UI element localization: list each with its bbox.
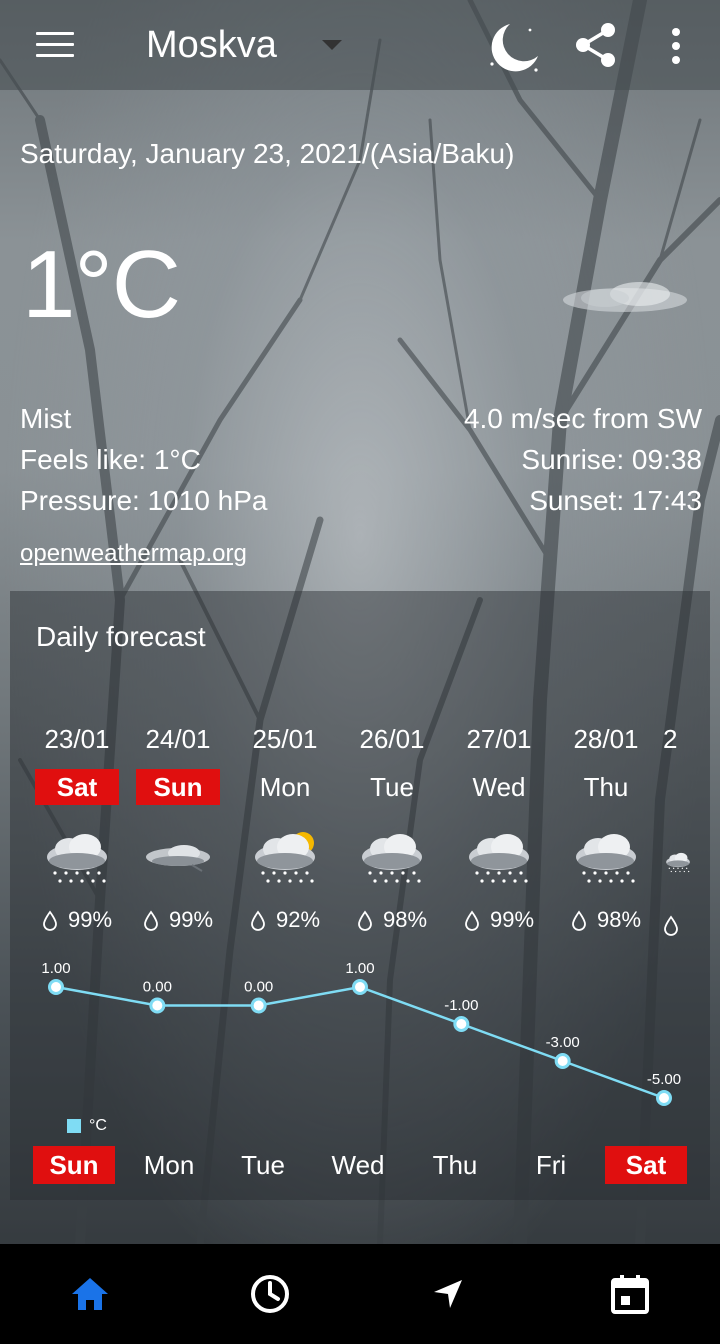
snow-cloud-icon xyxy=(469,834,529,883)
chart-tick-label: Thu xyxy=(432,1150,478,1180)
forecast-day[interactable]: 28/01 Thu 98% xyxy=(556,721,656,935)
chart-legend: °C xyxy=(67,1117,107,1135)
temperature-point xyxy=(656,1090,672,1106)
city-name[interactable]: Moskva xyxy=(146,24,277,67)
temperature-value-label: -1.00 xyxy=(444,997,478,1014)
temperature-value-label: 1.00 xyxy=(345,960,374,977)
temperature-point xyxy=(48,979,64,995)
snow-cloud-icon xyxy=(47,834,107,883)
condition-text: Mist xyxy=(20,403,72,434)
forecast-date: 25/01 xyxy=(252,724,318,754)
forecast-date: 28/01 xyxy=(573,724,639,754)
raindrop-icon xyxy=(251,910,265,932)
feels-like-text: Feels like: 1°C xyxy=(20,444,201,475)
temperature-point xyxy=(352,979,368,995)
precipitation-value: 98% xyxy=(596,907,642,932)
temperature-value-label: -3.00 xyxy=(546,1034,580,1051)
forecast-day-name: Tue xyxy=(370,772,414,802)
raindrop-icon xyxy=(144,910,158,932)
clock-icon[interactable] xyxy=(248,1272,292,1316)
weather-details-left: Mist Feels like: 1°C Pressure: 1010 hPa xyxy=(20,398,268,521)
legend-label: °C xyxy=(89,1117,107,1134)
forecast-day-name: Thu xyxy=(583,772,629,802)
mist-cloud-icon xyxy=(563,282,687,312)
forecast-date: 27/01 xyxy=(466,724,532,754)
chart-tick-label: Mon xyxy=(143,1150,195,1180)
share-icon[interactable] xyxy=(574,22,618,68)
temperature-value-label: 1.00 xyxy=(41,960,70,977)
precipitation-value: 99% xyxy=(67,907,113,932)
precipitation: 92% xyxy=(235,905,335,935)
forecast-day[interactable]: 24/01 Sun 99% xyxy=(128,721,228,935)
forecast-day-name: Mon xyxy=(259,772,311,802)
date-line: Saturday, January 23, 2021/(Asia/Baku) xyxy=(20,138,515,169)
chart-tick-label: Wed xyxy=(331,1150,385,1180)
chart-tick-label: Sat xyxy=(605,1146,687,1184)
current-temperature: 1°C xyxy=(22,231,181,338)
forecast-day[interactable]: 27/01 Wed 99% xyxy=(449,721,549,935)
snow-cloud-icon xyxy=(576,834,636,883)
app-bar: Moskva xyxy=(0,0,720,90)
forecast-day-name: Sun xyxy=(136,769,220,805)
temperature-value-label: -5.00 xyxy=(647,1071,681,1088)
home-icon[interactable] xyxy=(68,1272,112,1316)
mist-cloud-icon xyxy=(146,845,210,872)
sunrise-text: Sunrise: 09:38 xyxy=(521,444,702,475)
bottom-navigation xyxy=(0,1244,720,1344)
precipitation-value: 92% xyxy=(275,907,321,932)
source-link[interactable]: openweathermap.org xyxy=(20,540,247,568)
calendar-icon[interactable] xyxy=(608,1272,652,1316)
forecast-day[interactable]: 2 xyxy=(663,721,703,940)
precipitation xyxy=(663,910,703,940)
forecast-day[interactable]: 23/01 Sat 99% xyxy=(27,721,127,935)
precipitation: 99% xyxy=(449,905,549,935)
temperature-chart: 1.00 0.00 0.00 1.00 -1.00 -3.00 -5.00 xyxy=(41,960,681,1106)
legend-swatch xyxy=(67,1118,81,1133)
more-vert-icon[interactable] xyxy=(668,26,684,66)
raindrop-icon xyxy=(664,915,678,937)
precipitation-value: 99% xyxy=(168,907,214,932)
precipitation-value: 99% xyxy=(489,907,535,932)
snow-cloud-icon xyxy=(362,834,422,883)
raindrop-icon xyxy=(358,910,372,932)
navigation-arrow-icon[interactable] xyxy=(426,1272,470,1316)
forecast-day[interactable]: 25/01 Mon 92% xyxy=(235,721,335,935)
raindrop-icon xyxy=(43,910,57,932)
weather-details-right: 4.0 m/sec from SW Sunrise: 09:38 Sunset:… xyxy=(464,398,702,521)
precipitation: 99% xyxy=(27,905,127,935)
temperature-point xyxy=(250,997,267,1014)
raindrop-icon xyxy=(572,910,586,932)
chart-tick-label: Tue xyxy=(241,1150,285,1180)
temperature-value-label: 0.00 xyxy=(143,979,172,996)
temperature-point xyxy=(453,1016,470,1032)
forecast-date: 24/01 xyxy=(145,724,211,754)
temperature-value-label: 0.00 xyxy=(244,979,273,996)
precipitation: 98% xyxy=(342,905,442,935)
pressure-text: Pressure: 1010 hPa xyxy=(20,485,268,516)
card-title: Daily forecast xyxy=(36,621,206,652)
night-mode-icon[interactable] xyxy=(484,18,544,76)
forecast-date: 23/01 xyxy=(44,724,110,754)
forecast-day[interactable]: 26/01 Tue 98% xyxy=(342,721,442,935)
chevron-down-icon[interactable] xyxy=(322,40,342,50)
chart-tick-label: Fri xyxy=(535,1150,567,1180)
wind-text: 4.0 m/sec from SW xyxy=(463,403,702,434)
menu-icon[interactable] xyxy=(36,30,76,60)
temperature-point xyxy=(554,1053,571,1069)
forecast-date: 26/01 xyxy=(359,724,425,754)
precipitation: 99% xyxy=(128,905,228,935)
precipitation-value: 98% xyxy=(382,907,428,932)
snow-cloud-icon xyxy=(666,852,690,873)
chart-tick-label: Sun xyxy=(33,1146,115,1184)
forecast-date: 2 xyxy=(663,724,678,754)
precipitation: 98% xyxy=(556,905,656,935)
sunset-text: Sunset: 17:43 xyxy=(529,485,702,516)
chart-x-axis: Sun Mon Tue Wed Thu Fri Sat xyxy=(0,1146,720,1186)
temperature-point xyxy=(149,997,166,1014)
sun-snow-cloud-icon xyxy=(255,832,315,883)
raindrop-icon xyxy=(465,910,479,932)
forecast-day-name: Wed xyxy=(472,772,526,802)
forecast-day-name: Sat xyxy=(35,769,119,805)
